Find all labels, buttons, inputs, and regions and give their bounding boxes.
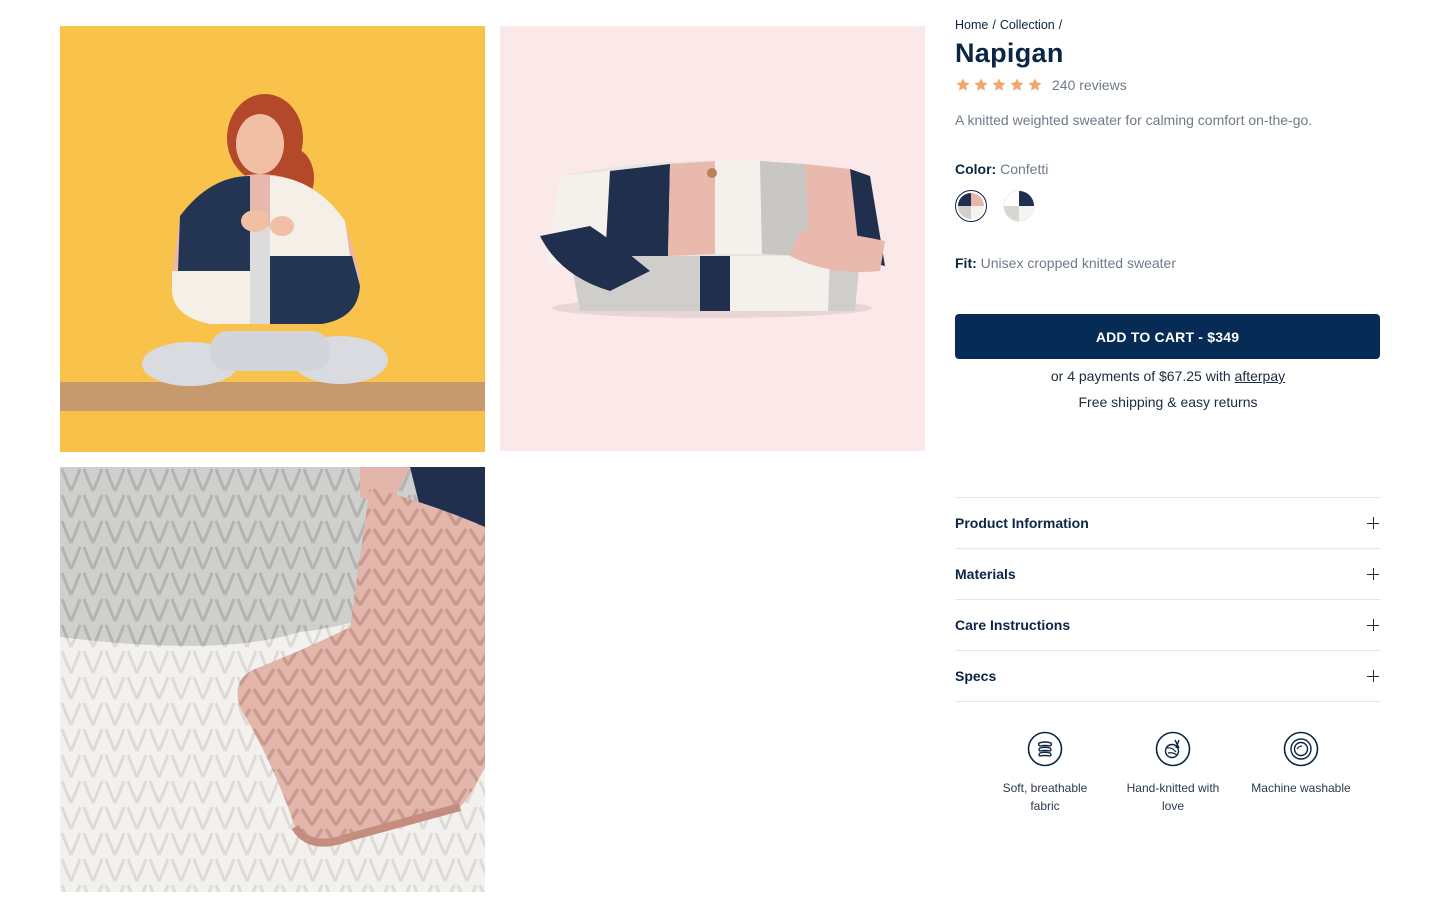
product-image-closeup[interactable]	[60, 467, 485, 892]
accordion-title: Product Information	[955, 515, 1089, 531]
plus-icon	[1367, 619, 1379, 631]
breadcrumb-separator: /	[992, 18, 996, 32]
afterpay-link[interactable]: afterpay	[1235, 368, 1286, 384]
star-icon	[974, 78, 988, 91]
reviews-count[interactable]: 240 reviews	[1052, 77, 1127, 93]
color-swatches	[955, 190, 1381, 222]
swatch-alt[interactable]	[1003, 190, 1035, 222]
accordion-title: Care Instructions	[955, 617, 1071, 633]
color-selector: Color: Confetti	[955, 161, 1381, 222]
fit-label: Fit:	[955, 255, 977, 271]
product-image-model[interactable]	[60, 26, 485, 452]
fabric-icon	[1027, 731, 1063, 767]
rating-row[interactable]: 240 reviews	[955, 75, 1381, 95]
product-details: Home / Collection / Napigan 240 reviews …	[955, 18, 1381, 410]
afterpay-info: or 4 payments of $67.25 with afterpay	[955, 368, 1381, 384]
plus-icon	[1367, 568, 1379, 580]
star-icon	[1028, 78, 1042, 91]
fit-info: Fit: Unisex cropped knitted sweater	[955, 255, 1381, 271]
feature-text: Machine washable	[1251, 781, 1351, 795]
color-label: Color:	[955, 161, 997, 177]
shipping-note: Free shipping & easy returns	[1078, 394, 1258, 410]
product-title: Napigan	[955, 38, 1064, 68]
plus-icon	[1367, 670, 1379, 682]
accordion-materials[interactable]: Materials	[955, 549, 1381, 600]
star-icon	[956, 78, 970, 91]
add-to-cart-button[interactable]: ADD TO CART - $349	[955, 314, 1380, 359]
feature-item: Hand-knitted with love	[1113, 731, 1233, 815]
accordion-title: Specs	[955, 668, 997, 684]
swatch-confetti[interactable]	[955, 190, 987, 222]
feature-item: Machine washable	[1241, 731, 1361, 815]
accordion-title: Materials	[955, 566, 1016, 582]
star-icon	[1010, 78, 1024, 91]
afterpay-text: or 4 payments of $67.25 with	[1050, 368, 1231, 384]
accordion-product-information[interactable]: Product Information	[955, 498, 1381, 549]
feature-item: Soft, breathable fabric	[985, 731, 1105, 815]
breadcrumb-collection[interactable]: Collection	[1000, 18, 1055, 34]
breadcrumb: Home / Collection /	[955, 18, 1381, 34]
product-description: A knitted weighted sweater for calming c…	[955, 112, 1313, 128]
plus-icon	[1367, 517, 1379, 529]
breadcrumb-home[interactable]: Home	[955, 18, 988, 34]
washing-machine-icon	[1283, 731, 1319, 767]
breadcrumb-separator: /	[1058, 18, 1063, 32]
sweater-photo-illustration	[500, 26, 925, 451]
product-image-flatlay[interactable]	[500, 26, 925, 451]
product-accordion: Product Information Materials Care Instr…	[955, 497, 1381, 702]
star-icon	[992, 78, 1006, 91]
yarn-ball-icon	[1155, 731, 1191, 767]
star-rating	[955, 77, 1043, 93]
fit-value: Unisex cropped knitted sweater	[980, 255, 1176, 271]
knit-closeup-illustration	[60, 467, 485, 892]
accordion-care-instructions[interactable]: Care Instructions	[955, 600, 1381, 651]
confetti-swatch-icon	[958, 193, 984, 219]
feature-badges: Soft, breathable fabric Hand-knitted wit…	[985, 731, 1361, 815]
model-photo-illustration	[60, 26, 485, 452]
alt-swatch-icon	[1003, 190, 1035, 222]
feature-text: Hand-knitted with love	[1126, 781, 1220, 813]
feature-text: Soft, breathable fabric	[1002, 781, 1088, 813]
accordion-specs[interactable]: Specs	[955, 651, 1381, 702]
color-value: Confetti	[1000, 161, 1049, 177]
